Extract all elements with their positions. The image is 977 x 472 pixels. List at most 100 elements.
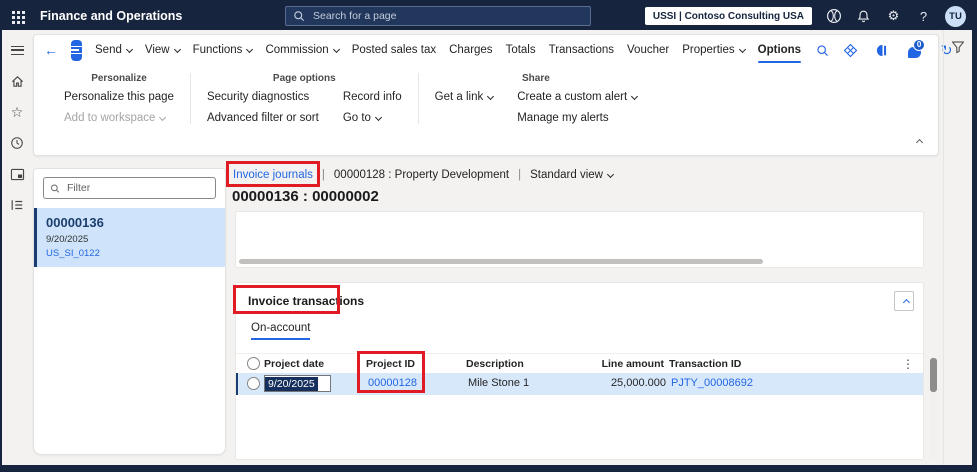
ribbon-item-advanced-filter-or-sort[interactable]: Advanced filter or sort (207, 112, 319, 124)
ribbon-item-label: Get a link (434, 91, 484, 103)
search-icon (294, 11, 305, 22)
ribbon-item-label: Manage my alerts (517, 112, 609, 124)
menu-item-label: Transactions (548, 44, 615, 56)
column-header-transaction-id[interactable]: Transaction ID (669, 358, 809, 370)
expand-menu-icon[interactable] (9, 42, 25, 58)
list-item[interactable]: 00000136 9/20/2025 US_SI_0122 (34, 208, 225, 267)
menu-item-label: Options (757, 44, 802, 56)
page-menu-button[interactable] (71, 39, 82, 61)
notifications-bell-icon[interactable] (855, 8, 872, 25)
menu-item-options[interactable]: Options (757, 44, 802, 63)
cell-project-id[interactable]: 00000128 (368, 377, 464, 389)
modules-list-icon[interactable] (9, 197, 25, 213)
copilot-icon[interactable] (825, 8, 842, 25)
menu-item-voucher[interactable]: Voucher (627, 44, 669, 56)
ribbon-group-share: Share Get a link Create a custom alert Mana… (419, 73, 654, 124)
user-avatar[interactable]: TU (945, 5, 966, 27)
chevron-down-icon (374, 113, 383, 121)
app-title: Finance and Operations (40, 9, 183, 23)
settings-gear-icon[interactable]: ⚙ (885, 8, 902, 25)
column-header-project-date[interactable]: Project date (264, 358, 360, 370)
search-icon (51, 184, 60, 193)
menu-item-view[interactable]: View (145, 44, 181, 56)
record-list: 00000136 9/20/2025 US_SI_0122 (34, 208, 225, 267)
ribbon-item-manage-my-alerts[interactable]: Manage my alerts (517, 112, 637, 124)
ribbon-item-label: Advanced filter or sort (206, 112, 319, 124)
menu-item-transactions[interactable]: Transactions (549, 44, 614, 56)
horizontal-scrollbar-thumb[interactable] (239, 259, 763, 264)
ribbon-group-title: Share (522, 73, 550, 84)
record-filter-box[interactable] (43, 177, 216, 199)
cell-line-amount: 25,000.000 (610, 377, 666, 389)
filter-funnel-icon[interactable] (950, 39, 966, 465)
action-pane-search-icon[interactable] (816, 44, 829, 57)
menu-item-properties[interactable]: Properties (682, 44, 746, 56)
global-search-input[interactable] (311, 9, 583, 23)
vertical-scrollbar[interactable] (930, 356, 937, 459)
menu-item-charges[interactable]: Charges (449, 44, 492, 56)
ribbon-item-get-a-link[interactable]: Get a link (434, 91, 495, 103)
menu-item-posted-sales-tax[interactable]: Posted sales tax (352, 44, 436, 56)
ribbon-item-record-info[interactable]: Record info (343, 91, 402, 103)
horizontal-scrollbar[interactable] (238, 258, 921, 265)
collapse-action-pane-button[interactable] (912, 132, 924, 150)
breadcrumb-separator: | (321, 169, 325, 181)
topbar-right-cluster: USSI | Contoso Consulting USA ⚙ ? TU (644, 2, 966, 30)
menu-item-totals[interactable]: Totals (506, 44, 536, 56)
ribbon-group-personalize: Personalize Personalize this page Add to w… (48, 73, 191, 124)
office-apps-icon[interactable] (842, 42, 859, 59)
back-arrow-icon[interactable]: ← (44, 43, 58, 57)
hamburger-icon (10, 45, 24, 55)
cell-transaction-id[interactable]: PJTY_00008692 (671, 377, 811, 389)
ribbon-column: Security diagnostics Advanced filter or s… (207, 91, 319, 124)
menu-item-commission[interactable]: Commission (265, 44, 340, 56)
table-row[interactable]: 9/20/2025 00000128 Mile Stone 1 25,000.000 P… (236, 373, 923, 395)
breadcrumb-journal-link[interactable]: Invoice journals (233, 169, 313, 181)
help-icon[interactable]: ? (915, 8, 932, 25)
ribbon-item-create-a-custom-alert[interactable]: Create a custom alert (517, 91, 639, 103)
menu-item-label: Properties (682, 44, 735, 56)
menu-item-label: Commission (265, 44, 329, 56)
column-header-line-amount[interactable]: Line amount (572, 358, 664, 370)
column-header-description[interactable]: Description (466, 358, 576, 370)
chevron-down-icon (631, 92, 639, 100)
home-icon[interactable] (9, 73, 25, 89)
environment-button[interactable]: USSI | Contoso Consulting USA (644, 7, 812, 25)
breadcrumb: Invoice journals | 00000128 : Property D… (233, 169, 614, 181)
column-header-project-id[interactable]: Project ID (366, 358, 462, 370)
menu-item-label: Charges (449, 44, 493, 56)
app-launcher-button[interactable] (2, 2, 32, 30)
chevron-down-icon (606, 170, 614, 178)
task-guide-icon[interactable] (874, 42, 891, 59)
collapse-section-button[interactable] (894, 291, 914, 311)
tab-on-account[interactable]: On-account (251, 322, 311, 340)
vertical-scrollbar-thumb[interactable] (930, 358, 937, 392)
chevron-down-icon (159, 113, 167, 121)
menu-item-label: Send (95, 44, 122, 56)
row-select-radio[interactable] (247, 377, 260, 390)
action-pane-ribbon: Personalize Personalize this page Add to w… (34, 65, 938, 124)
ribbon-item-add-to-workspace: Add to workspace (64, 112, 174, 124)
ribbon-item-go-to[interactable]: Go to (343, 112, 402, 124)
grid-header-row: Project date Project ID Description Line am… (236, 353, 923, 373)
ribbon-item-security-diagnostics[interactable]: Security diagnostics (207, 91, 319, 103)
record-filter-input[interactable] (64, 181, 209, 195)
workspaces-icon[interactable] (9, 166, 25, 182)
menu-item-label: Totals (505, 44, 536, 56)
recent-clock-icon[interactable] (9, 135, 25, 151)
select-all-radio[interactable] (247, 357, 260, 370)
global-search[interactable] (285, 6, 591, 26)
menu-item-functions[interactable]: Functions (193, 44, 254, 56)
view-selector[interactable]: Standard view (530, 169, 614, 181)
ribbon-column: Personalize this page Add to workspace (64, 91, 174, 124)
action-pane: ← Send View Functions Commission Posted sale… (33, 34, 952, 156)
menu-item-send[interactable]: Send (95, 44, 133, 56)
favorites-star-icon[interactable]: ☆ (9, 104, 25, 120)
messages-icon[interactable]: 0 (906, 38, 926, 59)
ribbon-item-personalize-this-page[interactable]: Personalize this page (64, 91, 174, 103)
ribbon-item-label: Create a custom alert (517, 91, 628, 103)
grid-more-options-icon[interactable]: ⋮ (902, 357, 914, 371)
ribbon-columns: Personalize this page Add to workspace (64, 91, 174, 124)
action-pane-menu: Send View Functions Commission Posted sales … (95, 44, 802, 63)
cell-project-date[interactable]: 9/20/2025 (264, 375, 331, 392)
